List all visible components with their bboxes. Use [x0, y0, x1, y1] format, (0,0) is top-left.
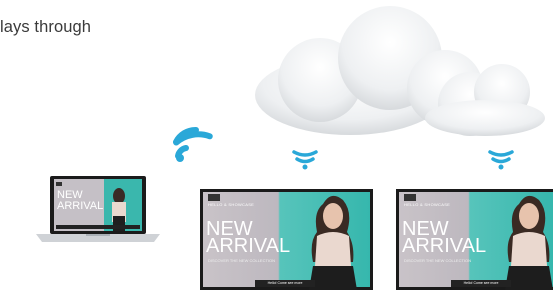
wifi-icon — [173, 127, 213, 162]
model-photo — [309, 195, 357, 290]
brand-text: HELLO & SHOWCASE — [404, 202, 451, 207]
brand-logo — [208, 194, 220, 201]
wifi-icon — [488, 150, 514, 170]
laptop: NEW ARRIVAL — [36, 176, 160, 242]
sign-subtext: DISCOVER THE NEW COLLECTION — [404, 258, 472, 263]
headline-arrival: ARRIVAL — [402, 235, 487, 257]
wifi-icon — [292, 150, 318, 170]
sign-subtext: DISCOVER THE NEW COLLECTION — [208, 258, 276, 263]
caption-partial-top — [0, 0, 129, 8]
sign-cta: Hello! Come see more — [255, 280, 315, 287]
digital-sign: HELLO & SHOWCASE NEW ARRIVAL DISCOVER TH… — [200, 189, 373, 290]
caption-text: lays through — [0, 18, 92, 36]
cloud-icon — [255, 6, 545, 136]
brand-logo — [404, 194, 416, 201]
headline-arrival: ARRIVAL — [206, 235, 291, 257]
brand-text: HELLO & SHOWCASE — [208, 202, 255, 207]
digital-sign: HELLO & SHOWCASE NEW ARRIVAL DISCOVER TH… — [396, 189, 553, 290]
sign-cta: Hello! Come see more — [451, 280, 511, 287]
model-photo — [505, 195, 553, 290]
laptop-title-arrival: ARRIVAL — [57, 200, 104, 212]
